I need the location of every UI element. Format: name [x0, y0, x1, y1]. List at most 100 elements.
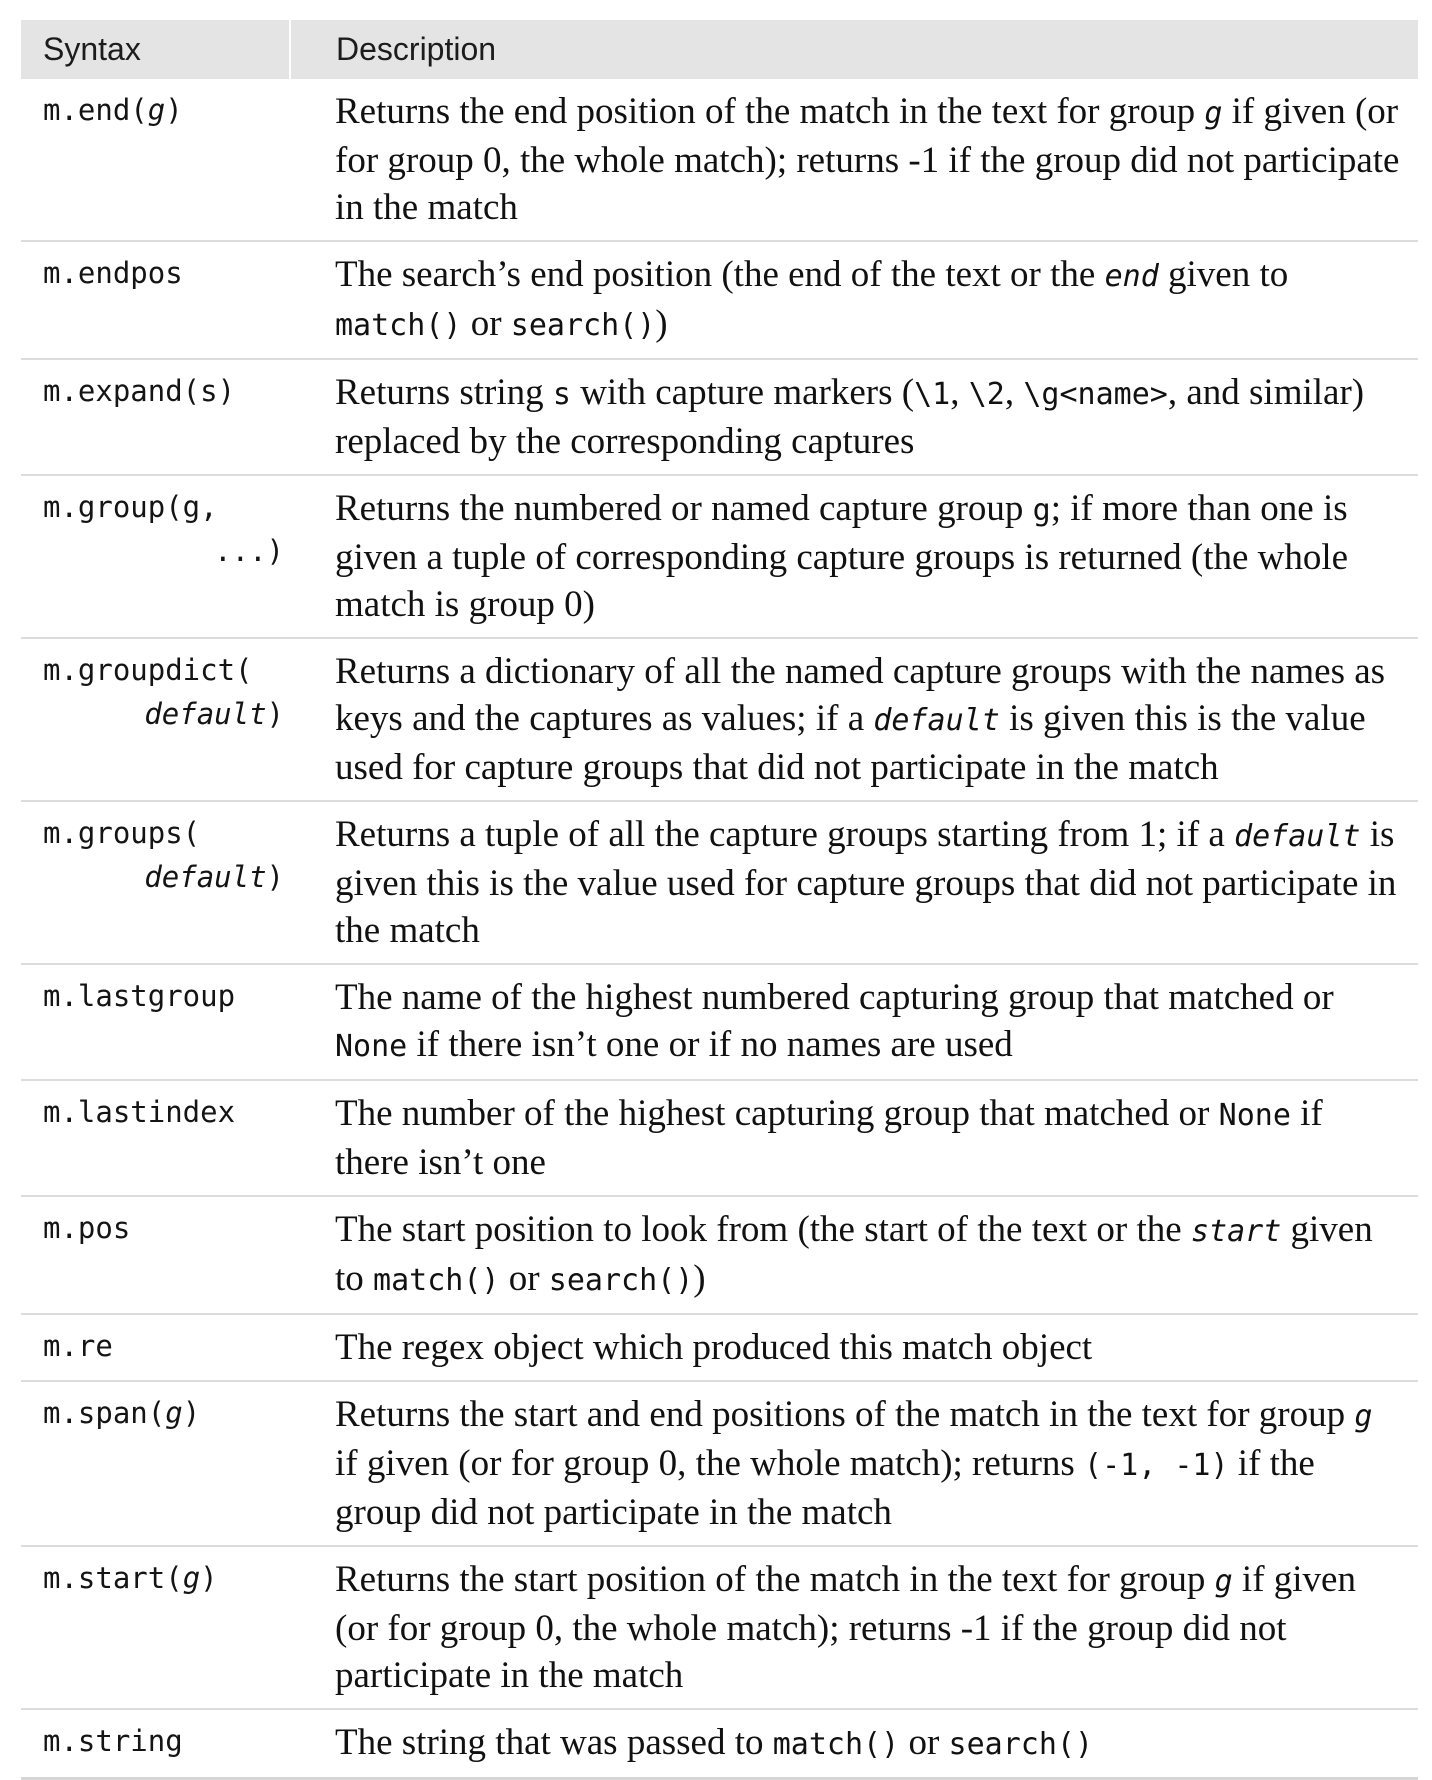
syntax-arg: default [144, 860, 267, 894]
description-cell: The start position to look from (the sta… [290, 1195, 1418, 1314]
syntax-text: ) [266, 697, 284, 731]
syntax-arg: g [165, 1396, 183, 1430]
description-text: Returns the numbered or named capture gr… [335, 488, 1033, 529]
table-row: m.re The regex object which produced thi… [21, 1313, 1418, 1381]
inline-code: end [1104, 259, 1159, 294]
syntax-cell: m.groups( default) [21, 800, 290, 964]
inline-code: \g<name> [1023, 377, 1168, 412]
description-text: The regex object which produced this mat… [335, 1327, 1093, 1368]
table-row: m.end(g) Returns the end position of the… [21, 79, 1418, 241]
syntax-cell: m.end(g) [21, 79, 290, 241]
description-text: or [899, 1722, 949, 1763]
table-row: m.start(g) Returns the start position of… [21, 1545, 1418, 1709]
header-syntax: Syntax [21, 20, 290, 79]
table-row: m.lastgroup The name of the highest numb… [21, 963, 1418, 1080]
description-text: , [1004, 372, 1024, 413]
syntax-text: m.group(g, [43, 490, 218, 524]
inline-code: default [1234, 819, 1361, 854]
description-cell: Returns the start and end positions of t… [290, 1380, 1418, 1546]
description-cell: Returns the start position of the match … [290, 1545, 1418, 1709]
description-text: The number of the highest capturing grou… [335, 1093, 1219, 1134]
description-text: if given (or for group 0, the whole matc… [335, 1443, 1085, 1484]
syntax-arg: g [182, 1561, 201, 1595]
syntax-continuation: default) [43, 692, 284, 736]
table-body: m.end(g) Returns the end position of the… [21, 79, 1418, 1779]
description-text: The name of the highest numbered capturi… [335, 977, 1334, 1018]
description-text: given to [1158, 254, 1289, 295]
inline-code: default [873, 703, 1000, 738]
description-text: if there isn’t one or if no names are us… [407, 1024, 1013, 1065]
table-row: m.expand(s) Returns string s with captur… [21, 358, 1418, 475]
description-text: Returns the start and end positions of t… [335, 1394, 1355, 1435]
description-cell: The regex object which produced this mat… [290, 1313, 1418, 1381]
description-text: ) [655, 303, 668, 344]
inline-code: match() [772, 1727, 900, 1762]
syntax-text: ) [165, 93, 183, 127]
syntax-cell: m.expand(s) [21, 358, 290, 475]
inline-code: match() [335, 308, 462, 343]
description-text: or [461, 303, 511, 344]
description-text: Returns a tuple of all the capture group… [335, 814, 1235, 855]
inline-code: search() [510, 308, 656, 343]
syntax-text: m.groupdict( [43, 653, 253, 687]
inline-code: search() [548, 1263, 694, 1298]
inline-code: None [1218, 1098, 1291, 1133]
inline-code: g [1204, 96, 1223, 131]
syntax-cell: m.group(g,...) [21, 474, 290, 638]
description-text: or [499, 1258, 549, 1299]
table-row: m.span(g) Returns the start and end posi… [21, 1380, 1418, 1546]
description-cell: The number of the highest capturing grou… [290, 1079, 1418, 1196]
syntax-text: ) [182, 1396, 201, 1430]
syntax-text: ) [266, 860, 284, 894]
inline-code: \2 [968, 377, 1005, 412]
syntax-continuation: default) [43, 855, 284, 899]
description-text: The search’s end position (the end of th… [335, 254, 1105, 295]
table-row: m.string The string that was passed to m… [21, 1708, 1418, 1779]
syntax-text: m.span( [43, 1396, 166, 1430]
syntax-cell: m.span(g) [21, 1380, 290, 1546]
description-cell: Returns the numbered or named capture gr… [290, 474, 1418, 638]
table-row: m.pos The start position to look from (t… [21, 1195, 1418, 1314]
description-cell: Returns a tuple of all the capture group… [290, 800, 1418, 964]
syntax-cell: m.lastindex [21, 1079, 290, 1196]
syntax-continuation: ...) [214, 534, 284, 568]
description-cell: Returns a dictionary of all the named ca… [290, 637, 1418, 801]
syntax-arg: g [147, 93, 166, 127]
inline-code: (-1, -1) [1084, 1448, 1229, 1483]
header-row: Syntax Description [21, 20, 1418, 79]
inline-code: search() [948, 1727, 1094, 1762]
syntax-text: ) [200, 1561, 218, 1595]
syntax-text: m.groups( [43, 816, 201, 850]
description-cell: Returns string s with capture markers (\… [290, 358, 1418, 475]
table-header: Syntax Description [21, 20, 1418, 79]
description-text: with capture markers ( [570, 372, 915, 413]
description-text: Returns the end position of the match in… [335, 91, 1205, 132]
syntax-cell: m.start(g) [21, 1545, 290, 1709]
syntax-cell: m.re [21, 1313, 290, 1381]
table-row: m.groupdict( default) Returns a dictionar… [21, 637, 1418, 801]
syntax-cell: m.string [21, 1708, 290, 1779]
table-row: m.lastindex The number of the highest ca… [21, 1079, 1418, 1196]
inline-code: \1 [914, 377, 951, 412]
description-text: ) [693, 1258, 706, 1299]
syntax-text: m.end( [43, 93, 148, 127]
description-text: , [950, 372, 969, 413]
description-text: The start position to look from (the sta… [335, 1209, 1191, 1250]
inline-code: match() [373, 1263, 500, 1298]
description-text: Returns the start position of the match … [335, 1559, 1215, 1600]
match-object-attributes-table: Syntax Description m.end(g) Returns the … [21, 20, 1418, 1780]
inline-code: g [1214, 1564, 1233, 1599]
inline-code: g [1354, 1399, 1373, 1434]
inline-code: s [552, 377, 571, 412]
description-text: The string that was passed to [335, 1722, 773, 1763]
table-row: m.endpos The search’s end position (the … [21, 240, 1418, 359]
description-cell: The string that was passed to match() or… [290, 1708, 1418, 1779]
header-description: Description [289, 20, 1418, 79]
syntax-text: m.start( [43, 1561, 183, 1595]
syntax-arg: default [144, 697, 267, 731]
syntax-cell: m.endpos [21, 240, 290, 359]
description-cell: The name of the highest numbered capturi… [290, 963, 1418, 1080]
table-row: m.groups( default) Returns a tuple of all… [21, 800, 1418, 964]
syntax-cell: m.lastgroup [21, 963, 290, 1080]
description-cell: The search’s end position (the end of th… [290, 240, 1418, 359]
